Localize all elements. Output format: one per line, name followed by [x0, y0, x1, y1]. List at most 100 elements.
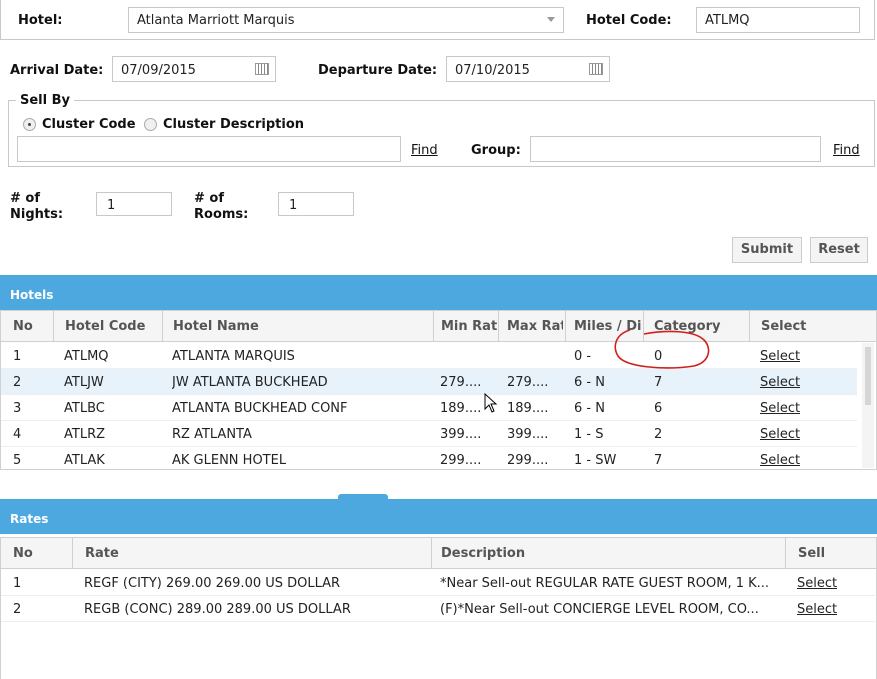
cell-miles: 6 - N: [574, 401, 605, 416]
col-sell[interactable]: Sell: [798, 546, 858, 561]
cell-name: ATLANTA MARQUIS: [172, 349, 295, 364]
cell-max-rate: 279....: [507, 375, 549, 390]
rates-table-header: No Rate Description Sell: [0, 537, 877, 569]
cell-no: 3: [13, 401, 22, 416]
select-link[interactable]: Select: [760, 453, 800, 468]
cell-no: 1: [13, 576, 22, 591]
rooms-value: 1: [289, 198, 298, 213]
cell-code: ATLMQ: [64, 349, 109, 364]
nights-input[interactable]: 1: [96, 192, 172, 216]
cell-name: RZ ATLANTA: [172, 427, 252, 442]
cell-category: 6: [654, 401, 663, 416]
cluster-input[interactable]: [17, 136, 401, 162]
cell-min-rate: 189....: [440, 401, 482, 416]
cell-miles: 0 -: [574, 349, 592, 364]
annotation-circle: [614, 329, 710, 369]
col-no[interactable]: No: [13, 546, 53, 561]
col-hotel-name[interactable]: Hotel Name: [173, 319, 413, 334]
submit-button[interactable]: Submit: [732, 237, 802, 263]
nights-label-line2: Nights:: [10, 207, 64, 222]
nights-label-line1: # of: [10, 191, 41, 206]
arrival-date-value: 07/09/2015: [121, 63, 196, 78]
departure-date-value: 07/10/2015: [455, 63, 530, 78]
sell-select-link[interactable]: Select: [797, 602, 837, 617]
cell-min-rate: 279....: [440, 375, 482, 390]
table-row[interactable]: 5 ATLAK AK GLENN HOTEL 299.... 299.... 1…: [1, 447, 857, 469]
table-row[interactable]: 3 ATLBC ATLANTA BUCKHEAD CONF 189.... 18…: [1, 395, 857, 421]
arrival-date-label: Arrival Date:: [10, 63, 104, 78]
table-row[interactable]: 1 REGF (CITY) 269.00 269.00 US DOLLAR *N…: [1, 570, 875, 596]
rooms-label-line1: # of: [194, 191, 225, 206]
nights-value: 1: [107, 198, 116, 213]
cell-name: JW ATLANTA BUCKHEAD: [172, 375, 328, 390]
hotel-label: Hotel:: [18, 13, 63, 28]
select-link[interactable]: Select: [760, 427, 800, 442]
select-link[interactable]: Select: [760, 375, 800, 390]
cell-code: ATLJW: [64, 375, 104, 390]
cell-name: ATLANTA BUCKHEAD CONF: [172, 401, 348, 416]
find-group-link[interactable]: Find: [833, 143, 860, 158]
rates-panel-header: Rates: [0, 499, 877, 534]
col-min-rate[interactable]: Min Rate: [441, 319, 497, 334]
cell-category: 7: [654, 453, 663, 468]
col-select[interactable]: Select: [761, 319, 821, 334]
cell-code: ATLAK: [64, 453, 105, 468]
hotels-panel-header: Hotels: [0, 275, 877, 310]
cell-max-rate: 189....: [507, 401, 549, 416]
cell-no: 1: [13, 349, 22, 364]
hotel-code-label: Hotel Code:: [586, 13, 672, 28]
cell-miles: 1 - S: [574, 427, 604, 442]
cell-rate: REGF (CITY) 269.00 269.00 US DOLLAR: [84, 576, 341, 591]
col-no[interactable]: No: [13, 319, 43, 334]
arrival-date-input[interactable]: 07/09/2015: [112, 56, 276, 82]
cell-max-rate: 299....: [507, 453, 549, 468]
table-row[interactable]: 2 REGB (CONC) 289.00 289.00 US DOLLAR (F…: [1, 596, 875, 622]
col-hotel-code[interactable]: Hotel Code: [65, 319, 155, 334]
cell-name: AK GLENN HOTEL: [172, 453, 287, 468]
table-row[interactable]: 2 ATLJW JW ATLANTA BUCKHEAD 279.... 279.…: [1, 369, 857, 395]
sell-select-link[interactable]: Select: [797, 576, 837, 591]
rooms-input[interactable]: 1: [278, 192, 354, 216]
cell-min-rate: 299....: [440, 453, 482, 468]
departure-date-input[interactable]: 07/10/2015: [446, 56, 610, 82]
group-label: Group:: [471, 143, 521, 158]
cell-code: ATLBC: [64, 401, 105, 416]
cell-description: *Near Sell-out REGULAR RATE GUEST ROOM, …: [440, 576, 770, 591]
calendar-icon[interactable]: [255, 63, 269, 75]
hotel-code-value: ATLMQ: [705, 13, 750, 28]
reset-button[interactable]: Reset: [810, 237, 868, 263]
rooms-label-line2: Rooms:: [194, 207, 249, 222]
cluster-description-radio-label[interactable]: Cluster Description: [163, 117, 304, 132]
hotel-code-input[interactable]: ATLMQ: [696, 7, 860, 33]
hotel-select[interactable]: Atlanta Marriott Marquis: [128, 7, 564, 33]
group-input[interactable]: [530, 136, 821, 162]
select-link[interactable]: Select: [760, 401, 800, 416]
mouse-cursor-icon: [484, 393, 498, 413]
chevron-down-icon: [547, 17, 555, 22]
col-description[interactable]: Description: [441, 546, 641, 561]
cell-no: 5: [13, 453, 22, 468]
cell-rate: REGB (CONC) 289.00 289.00 US DOLLAR: [84, 602, 351, 617]
departure-date-label: Departure Date:: [318, 63, 438, 78]
cell-no: 2: [13, 602, 22, 617]
cell-max-rate: 399....: [507, 427, 549, 442]
hotel-select-value: Atlanta Marriott Marquis: [137, 13, 295, 28]
cluster-code-radio-label[interactable]: Cluster Code: [42, 117, 136, 132]
select-link[interactable]: Select: [760, 349, 800, 364]
cluster-description-radio[interactable]: [144, 118, 157, 131]
cell-no: 2: [13, 375, 22, 390]
hotels-scrollbar[interactable]: [862, 343, 874, 468]
cluster-code-radio[interactable]: [23, 118, 36, 131]
col-max-rate[interactable]: Max Rate: [507, 319, 563, 334]
calendar-icon[interactable]: [589, 63, 603, 75]
table-row[interactable]: 1 ATLMQ ATLANTA MARQUIS 0 - 0 Select: [1, 343, 857, 369]
cell-min-rate: 399....: [440, 427, 482, 442]
col-rate[interactable]: Rate: [85, 546, 285, 561]
cell-category: 2: [654, 427, 663, 442]
table-row[interactable]: 4 ATLRZ RZ ATLANTA 399.... 399.... 1 - S…: [1, 421, 857, 447]
cell-description: (F)*Near Sell-out CONCIERGE LEVEL ROOM, …: [440, 602, 759, 617]
sell-by-legend: Sell By: [16, 93, 75, 108]
find-cluster-link[interactable]: Find: [411, 143, 438, 158]
cell-code: ATLRZ: [64, 427, 106, 442]
hotels-scrollbar-thumb[interactable]: [865, 347, 871, 405]
